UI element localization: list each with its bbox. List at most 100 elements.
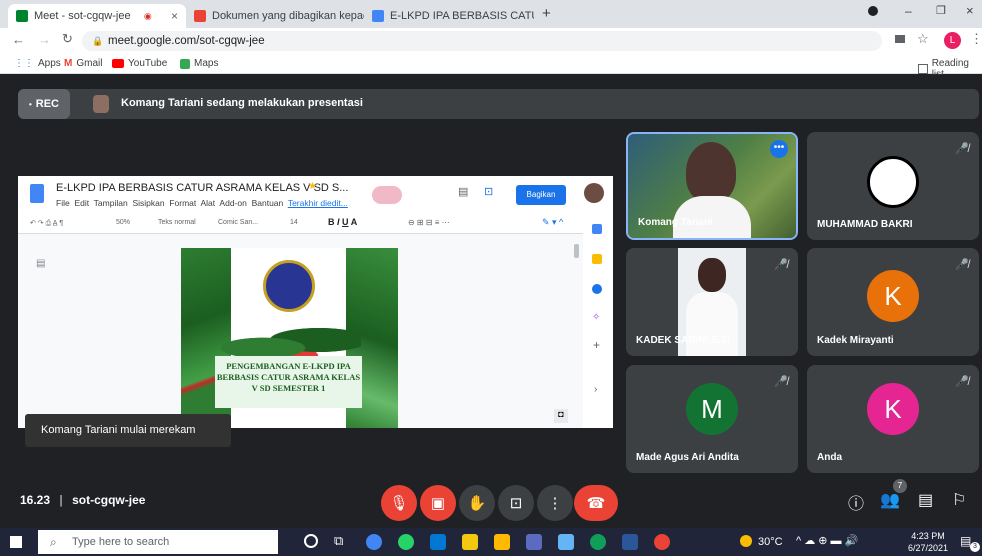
store-icon[interactable]: [462, 534, 478, 550]
forward-icon[interactable]: →: [38, 32, 51, 47]
bookmark-youtube[interactable]: YouTube: [112, 58, 167, 69]
word-icon[interactable]: [622, 534, 638, 550]
chrome-icon[interactable]: [366, 534, 382, 550]
back-icon[interactable]: ←: [12, 32, 25, 47]
whatsapp-icon[interactable]: [398, 534, 414, 550]
activities-icon[interactable]: ⚐: [952, 490, 966, 510]
hang-up-icon: ☎: [586, 495, 606, 512]
presenting-text: Komang Tariani sedang melakukan presenta…: [121, 97, 363, 109]
tab-meet[interactable]: Meet - sot-cgqw-jee ◉ ×: [8, 4, 186, 28]
more-vert-icon: ⋮: [547, 495, 563, 512]
meet-present-icon[interactable]: ⊡: [484, 185, 493, 198]
collapse-panel-icon[interactable]: ›: [594, 384, 597, 395]
participant-tile[interactable]: K 🎤̸ Kadek Mirayanti: [807, 248, 979, 356]
tasks-icon[interactable]: [592, 284, 602, 294]
explore-button[interactable]: ◘: [554, 409, 568, 423]
menu-format[interactable]: Format: [169, 198, 196, 208]
mic-toggle-button[interactable]: 🎙: [381, 485, 417, 521]
present-button[interactable]: ⊡: [498, 485, 534, 521]
gmail-favicon-icon: [194, 10, 206, 22]
windows-start-icon[interactable]: [10, 536, 22, 548]
menu-help[interactable]: Bantuan: [252, 198, 284, 208]
photos-icon[interactable]: [558, 534, 574, 550]
style-select[interactable]: Teks normal: [158, 219, 196, 226]
raise-hand-button[interactable]: ✋: [459, 485, 495, 521]
calendar-icon[interactable]: [592, 224, 602, 234]
mic-off-icon: 🎙: [389, 495, 409, 512]
zoom-select[interactable]: 50%: [116, 219, 130, 226]
doc-title[interactable]: E-LKPD IPA BERBASIS CATUR ASRAMA KELAS V…: [56, 182, 348, 194]
undo-icon[interactable]: ↶ ↷ ⎙ A̲ ¶: [30, 219, 63, 228]
camera-off-icon: ▣: [430, 495, 446, 512]
participant-tile[interactable]: 🎤̸ KADEK SARINI,S.Si: [626, 248, 798, 356]
file-explorer-icon[interactable]: [494, 534, 510, 550]
bookmark-label: Apps: [38, 58, 61, 69]
bookmark-apps[interactable]: ⋮⋮ Apps: [14, 58, 61, 69]
get-addons-icon[interactable]: +: [593, 338, 600, 352]
people-icon[interactable]: 👥: [880, 490, 900, 510]
bookmark-gmail[interactable]: M Gmail: [64, 58, 102, 69]
menu-view[interactable]: Tampilan: [94, 198, 128, 208]
collaborator-avatars[interactable]: [372, 186, 402, 204]
insert-tools-icon[interactable]: ⊖ ⊞ ⊟ ≡ ⋯: [408, 218, 450, 227]
camera-icon[interactable]: [895, 35, 905, 43]
addon-icon[interactable]: ✧: [592, 312, 600, 323]
format-buttons[interactable]: B I U A: [328, 217, 357, 227]
participant-tile[interactable]: 🎤̸ MUHAMMAD BAKRI: [807, 132, 979, 240]
keep-icon[interactable]: [592, 254, 602, 264]
restore-button[interactable]: ❐: [936, 4, 946, 17]
recording-indicator[interactable]: • REC: [18, 89, 70, 119]
edge-icon[interactable]: [590, 534, 606, 550]
menu-edit[interactable]: Edit: [74, 198, 89, 208]
comments-icon[interactable]: ▤: [458, 185, 468, 198]
bookmark-star-icon[interactable]: ☆: [917, 31, 929, 47]
user-avatar[interactable]: [584, 183, 604, 203]
menu-insert[interactable]: Sisipkan: [132, 198, 164, 208]
taskbar-search-box[interactable]: ⌕ Type here to search: [38, 530, 278, 554]
camera-toggle-button[interactable]: ▣: [420, 485, 456, 521]
chat-icon[interactable]: ▤: [918, 490, 933, 510]
font-select[interactable]: Comic San...: [218, 219, 258, 226]
menu-tools[interactable]: Alat: [201, 198, 216, 208]
task-view-icon[interactable]: ⧉: [334, 533, 343, 549]
minimize-button[interactable]: –: [905, 4, 912, 18]
outline-icon[interactable]: ▤: [36, 258, 45, 269]
app-icon[interactable]: [526, 534, 542, 550]
last-edited-link[interactable]: Terakhir diedit...: [288, 198, 348, 208]
bookmark-maps[interactable]: Maps: [180, 58, 218, 69]
doc-scrollbar[interactable]: [574, 244, 579, 258]
reload-icon[interactable]: ↻: [62, 31, 73, 47]
menu-kebab-icon[interactable]: ⋮: [970, 31, 982, 47]
bookmark-label: YouTube: [128, 58, 168, 69]
tab-gmail-doc[interactable]: Dokumen yang dibagikan kepad ×: [186, 4, 364, 28]
cover-title: PENGEMBANGAN E-LKPD IPA BERBASIS CATUR A…: [215, 356, 362, 408]
profile-avatar[interactable]: L: [944, 32, 961, 49]
taskbar-clock[interactable]: 4:23 PM 6/27/2021: [908, 530, 948, 554]
more-options-icon[interactable]: •••: [770, 140, 788, 158]
share-button[interactable]: Bagikan: [516, 185, 566, 205]
new-tab-button[interactable]: +: [542, 5, 551, 22]
leave-call-button[interactable]: ☎: [574, 485, 618, 521]
chrome-active-icon[interactable]: [654, 534, 670, 550]
more-options-button[interactable]: ⋮: [537, 485, 573, 521]
close-tab-icon[interactable]: ×: [165, 9, 178, 23]
tab-search-icon[interactable]: [868, 6, 878, 16]
meeting-info-icon[interactable]: ⓘ: [848, 490, 864, 514]
participant-tile[interactable]: M 🎤̸ Made Agus Ari Andita: [626, 365, 798, 473]
cortana-icon[interactable]: [304, 534, 318, 548]
close-window-button[interactable]: ×: [966, 3, 974, 18]
menu-file[interactable]: File: [56, 198, 70, 208]
recording-dot-icon: ◉: [143, 10, 152, 21]
menu-addons[interactable]: Add-on: [219, 198, 246, 208]
weather-temp[interactable]: 30°C: [758, 536, 783, 548]
system-tray-icons[interactable]: ^ ☁ ⊕ ▬ 🔊: [796, 534, 858, 547]
mail-icon[interactable]: [430, 534, 446, 550]
editing-mode-icon[interactable]: ✎ ▾ ^: [542, 217, 563, 228]
tab-docs[interactable]: E-LKPD IPA BERBASIS CATUR ASR ×: [364, 4, 534, 28]
star-icon[interactable]: ★: [308, 181, 317, 192]
tab-title: E-LKPD IPA BERBASIS CATUR ASR: [390, 10, 534, 22]
font-size-field[interactable]: 14: [290, 219, 298, 226]
participant-tile[interactable]: K 🎤̸ Anda: [807, 365, 979, 473]
url-field[interactable]: 🔒 meet.google.com/sot-cgqw-jee: [82, 31, 882, 51]
participant-tile[interactable]: ••• Komang Tariani: [626, 132, 798, 240]
